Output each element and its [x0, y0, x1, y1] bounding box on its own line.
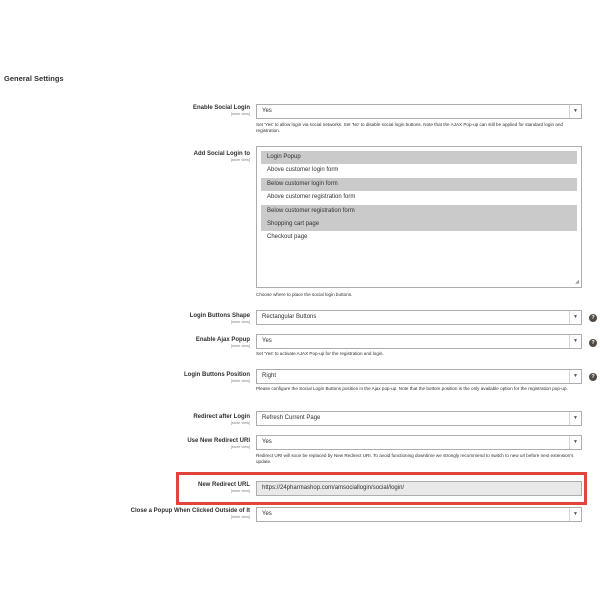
- add-social-login-to-label: Add Social Login to [store view]: [194, 150, 250, 163]
- help-icon[interactable]: ?: [589, 339, 597, 347]
- login-buttons-position-note: Please configure the Social Login Button…: [256, 386, 568, 391]
- use-new-redirect-uri-select[interactable]: Yes ▼: [256, 435, 582, 450]
- redirect-after-login-select[interactable]: Refresh Current Page ▼: [256, 411, 582, 426]
- field-label: Enable Social Login: [192, 105, 250, 111]
- help-icon[interactable]: ?: [589, 373, 597, 381]
- scope-label: [store view]: [230, 489, 250, 493]
- chevron-down-icon[interactable]: ▼: [569, 311, 581, 324]
- resize-handle-icon[interactable]: ◢: [575, 279, 579, 285]
- close-popup-outside-label: Close a Popup When Clicked Outside of It…: [131, 507, 250, 520]
- chevron-down-icon[interactable]: ▼: [569, 105, 581, 118]
- chevron-down-icon[interactable]: ▼: [569, 436, 581, 449]
- add-social-login-to-multiselect[interactable]: Login Popup Above customer login form Belo…: [256, 146, 582, 288]
- new-redirect-url-label: New Redirect URL [store view]: [198, 481, 250, 494]
- select-value: Yes: [262, 511, 272, 517]
- scope-label: [store view]: [230, 320, 250, 324]
- field-label: Close a Popup When Clicked Outside of It: [130, 508, 250, 514]
- enable-social-login-label: Enable Social Login [store view]: [193, 104, 250, 117]
- chevron-down-icon[interactable]: ▼: [569, 335, 581, 348]
- redirect-after-login-label: Redirect after Login [store view]: [193, 413, 250, 426]
- enable-social-login-note: Set 'Yes' to allow login via social netw…: [256, 122, 563, 134]
- field-label: New Redirect URL: [197, 482, 250, 488]
- select-value: Refresh Current Page: [262, 415, 321, 421]
- close-popup-outside-select[interactable]: Yes ▼: [256, 507, 582, 522]
- login-buttons-shape-select[interactable]: Rectangular Buttons ▼: [256, 310, 582, 325]
- enable-ajax-popup-note: Set 'Yes' to activate AJAX Pop-up for th…: [256, 351, 384, 356]
- field-label: Redirect after Login: [193, 414, 250, 420]
- multiselect-option[interactable]: Below customer registration form: [261, 204, 577, 218]
- chevron-down-icon[interactable]: ▼: [569, 508, 581, 521]
- login-buttons-shape-label: Login Buttons Shape [store view]: [190, 312, 250, 325]
- field-label: Enable Ajax Popup: [195, 337, 250, 343]
- login-buttons-position-label: Login Buttons Position [store view]: [184, 371, 250, 384]
- select-value: Yes: [262, 108, 272, 114]
- field-label: Add Social Login to: [193, 151, 250, 157]
- enable-ajax-popup-label: Enable Ajax Popup [store view]: [196, 336, 250, 349]
- scope-label: [store view]: [230, 445, 250, 449]
- select-value: Yes: [262, 439, 272, 445]
- new-redirect-url-field[interactable]: https://24pharmashop.com/amsociallogin/s…: [256, 481, 582, 496]
- chevron-down-icon[interactable]: ▼: [569, 370, 581, 383]
- login-buttons-position-select[interactable]: Right ▼: [256, 369, 582, 384]
- scope-label: [store view]: [230, 421, 250, 425]
- use-new-redirect-uri-note: Redirect URI will soon be replaced by Ne…: [256, 453, 574, 465]
- enable-ajax-popup-select[interactable]: Yes ▼: [256, 334, 582, 349]
- scope-label: [store view]: [230, 515, 250, 519]
- multiselect-option[interactable]: Login Popup: [261, 151, 577, 165]
- multiselect-option[interactable]: Above customer registration form: [261, 191, 577, 204]
- field-label: Login Buttons Position: [184, 372, 250, 378]
- select-value: Yes: [262, 338, 272, 344]
- help-icon[interactable]: ?: [589, 314, 597, 322]
- multiselect-option[interactable]: Below customer login form: [261, 177, 577, 192]
- use-new-redirect-uri-label: Use New Redirect URI [store view]: [187, 437, 250, 450]
- scope-label: [store view]: [230, 112, 250, 116]
- chevron-down-icon[interactable]: ▼: [569, 412, 581, 425]
- scope-label: [store view]: [230, 158, 250, 162]
- select-value: Rectangular Buttons: [262, 314, 317, 320]
- enable-social-login-select[interactable]: Yes ▼: [256, 104, 582, 119]
- section-title: General Settings: [4, 74, 64, 83]
- field-label: Login Buttons Shape: [189, 313, 250, 319]
- field-label: Use New Redirect URI: [187, 438, 250, 444]
- multiselect-option[interactable]: Shopping cart page: [261, 217, 577, 232]
- add-social-login-to-note: Choose where to place the social login b…: [256, 292, 353, 297]
- select-value: Right: [262, 373, 277, 379]
- scope-label: [store view]: [230, 344, 250, 348]
- multiselect-option[interactable]: Checkout page: [261, 231, 577, 244]
- multiselect-option[interactable]: Above customer login form: [261, 164, 577, 177]
- scope-label: [store view]: [230, 379, 250, 383]
